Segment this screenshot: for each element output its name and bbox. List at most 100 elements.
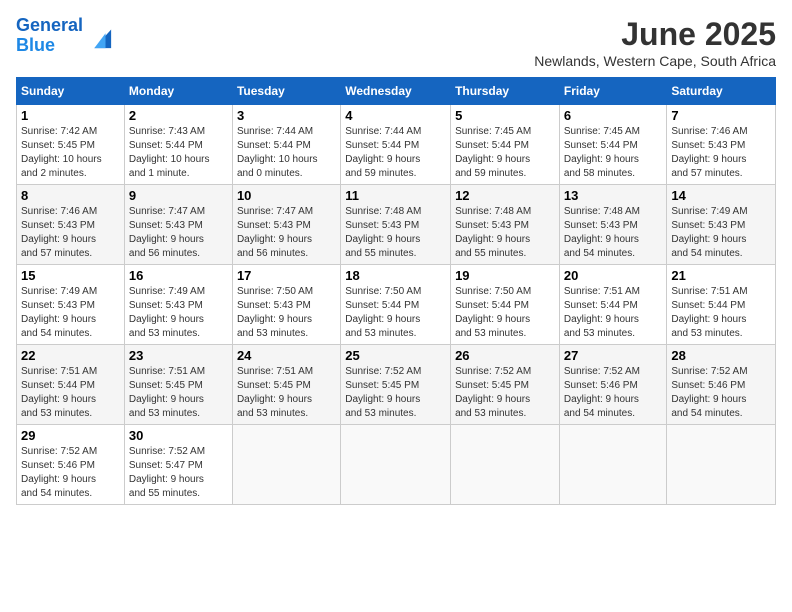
calendar-body: 1 Sunrise: 7:42 AMSunset: 5:45 PMDaylight…: [17, 105, 776, 505]
cell-details: Sunrise: 7:49 AMSunset: 5:43 PMDaylight:…: [671, 205, 771, 261]
calendar-cell: 6 Sunrise: 7:45 AMSunset: 5:44 PMDaylight…: [559, 105, 667, 185]
week-row-2: 8 Sunrise: 7:46 AMSunset: 5:43 PMDaylight…: [17, 185, 776, 265]
cell-details: Sunrise: 7:46 AMSunset: 5:43 PMDaylight:…: [21, 205, 120, 261]
day-number: 17: [237, 268, 336, 283]
logo: General Blue: [16, 16, 113, 56]
day-number: 6: [564, 108, 663, 123]
calendar-cell: 29 Sunrise: 7:52 AMSunset: 5:46 PMDayligh…: [17, 425, 125, 505]
day-number: 18: [345, 268, 446, 283]
week-row-5: 29 Sunrise: 7:52 AMSunset: 5:46 PMDayligh…: [17, 425, 776, 505]
cell-details: Sunrise: 7:42 AMSunset: 5:45 PMDaylight:…: [21, 125, 120, 181]
day-number: 9: [129, 188, 228, 203]
day-number: 28: [671, 348, 771, 363]
day-number: 14: [671, 188, 771, 203]
day-number: 2: [129, 108, 228, 123]
week-row-4: 22 Sunrise: 7:51 AMSunset: 5:44 PMDayligh…: [17, 345, 776, 425]
calendar-cell: 8 Sunrise: 7:46 AMSunset: 5:43 PMDaylight…: [17, 185, 125, 265]
column-header-friday: Friday: [559, 78, 667, 105]
day-number: 10: [237, 188, 336, 203]
column-header-tuesday: Tuesday: [232, 78, 340, 105]
cell-details: Sunrise: 7:48 AMSunset: 5:43 PMDaylight:…: [345, 205, 446, 261]
column-header-thursday: Thursday: [451, 78, 560, 105]
day-number: 26: [455, 348, 555, 363]
calendar-cell: 2Sunrise: 7:43 AMSunset: 5:44 PMDaylight…: [124, 105, 232, 185]
cell-details: Sunrise: 7:47 AMSunset: 5:43 PMDaylight:…: [237, 205, 336, 261]
calendar-cell: 22 Sunrise: 7:51 AMSunset: 5:44 PMDayligh…: [17, 345, 125, 425]
calendar-cell: 24Sunrise: 7:51 AMSunset: 5:45 PMDayligh…: [232, 345, 340, 425]
cell-details: Sunrise: 7:52 AMSunset: 5:46 PMDaylight:…: [671, 365, 771, 421]
cell-details: Sunrise: 7:47 AMSunset: 5:43 PMDaylight:…: [129, 205, 228, 261]
location-title: Newlands, Western Cape, South Africa: [534, 53, 776, 69]
column-header-saturday: Saturday: [667, 78, 776, 105]
title-area: June 2025 Newlands, Western Cape, South …: [534, 16, 776, 69]
day-number: 12: [455, 188, 555, 203]
day-number: 4: [345, 108, 446, 123]
calendar-cell: 14 Sunrise: 7:49 AMSunset: 5:43 PMDayligh…: [667, 185, 776, 265]
week-row-1: 1 Sunrise: 7:42 AMSunset: 5:45 PMDaylight…: [17, 105, 776, 185]
cell-details: Sunrise: 7:49 AMSunset: 5:43 PMDaylight:…: [129, 285, 228, 341]
day-number: 16: [129, 268, 228, 283]
calendar-cell: 10 Sunrise: 7:47 AMSunset: 5:43 PMDayligh…: [232, 185, 340, 265]
calendar-cell: 16 Sunrise: 7:49 AMSunset: 5:43 PMDayligh…: [124, 265, 232, 345]
calendar-cell: 11 Sunrise: 7:48 AMSunset: 5:43 PMDayligh…: [341, 185, 451, 265]
cell-details: Sunrise: 7:51 AMSunset: 5:44 PMDaylight:…: [21, 365, 120, 421]
column-header-wednesday: Wednesday: [341, 78, 451, 105]
day-number: 24: [237, 348, 336, 363]
day-number: 30: [129, 428, 228, 443]
cell-details: Sunrise: 7:50 AMSunset: 5:43 PMDaylight:…: [237, 285, 336, 341]
day-number: 3: [237, 108, 336, 123]
cell-details: Sunrise: 7:50 AMSunset: 5:44 PMDaylight:…: [455, 285, 555, 341]
cell-details: Sunrise: 7:44 AMSunset: 5:44 PMDaylight:…: [237, 125, 336, 181]
cell-details: Sunrise: 7:46 AMSunset: 5:43 PMDaylight:…: [671, 125, 771, 181]
calendar-cell: 21 Sunrise: 7:51 AMSunset: 5:44 PMDayligh…: [667, 265, 776, 345]
logo-text: General Blue: [16, 16, 83, 56]
day-number: 21: [671, 268, 771, 283]
logo-icon: [85, 22, 113, 50]
day-number: 11: [345, 188, 446, 203]
cell-details: Sunrise: 7:51 AMSunset: 5:45 PMDaylight:…: [129, 365, 228, 421]
column-header-sunday: Sunday: [17, 78, 125, 105]
day-number: 22: [21, 348, 120, 363]
cell-details: Sunrise: 7:51 AMSunset: 5:44 PMDaylight:…: [564, 285, 663, 341]
calendar-cell: 17 Sunrise: 7:50 AMSunset: 5:43 PMDayligh…: [232, 265, 340, 345]
header: General Blue June 2025 Newlands, Western…: [16, 16, 776, 69]
calendar-cell: 23 Sunrise: 7:51 AMSunset: 5:45 PMDayligh…: [124, 345, 232, 425]
calendar-cell: 26 Sunrise: 7:52 AMSunset: 5:45 PMDayligh…: [451, 345, 560, 425]
day-number: 1: [21, 108, 120, 123]
cell-details: Sunrise: 7:45 AMSunset: 5:44 PMDaylight:…: [564, 125, 663, 181]
day-number: 23: [129, 348, 228, 363]
calendar-cell: 25 Sunrise: 7:52 AMSunset: 5:45 PMDayligh…: [341, 345, 451, 425]
calendar-cell: 30 Sunrise: 7:52 AMSunset: 5:47 PMDayligh…: [124, 425, 232, 505]
column-header-monday: Monday: [124, 78, 232, 105]
week-row-3: 15 Sunrise: 7:49 AMSunset: 5:43 PMDayligh…: [17, 265, 776, 345]
cell-details: Sunrise: 7:51 AMSunset: 5:44 PMDaylight:…: [671, 285, 771, 341]
day-number: 19: [455, 268, 555, 283]
calendar-cell: [451, 425, 560, 505]
cell-details: Sunrise: 7:52 AMSunset: 5:46 PMDaylight:…: [564, 365, 663, 421]
calendar-cell: 7Sunrise: 7:46 AMSunset: 5:43 PMDaylight…: [667, 105, 776, 185]
cell-details: Sunrise: 7:52 AMSunset: 5:45 PMDaylight:…: [345, 365, 446, 421]
calendar-cell: 4Sunrise: 7:44 AMSunset: 5:44 PMDaylight…: [341, 105, 451, 185]
cell-details: Sunrise: 7:52 AMSunset: 5:47 PMDaylight:…: [129, 445, 228, 501]
calendar-cell: [559, 425, 667, 505]
calendar-cell: 18 Sunrise: 7:50 AMSunset: 5:44 PMDayligh…: [341, 265, 451, 345]
calendar-cell: 12Sunrise: 7:48 AMSunset: 5:43 PMDayligh…: [451, 185, 560, 265]
day-number: 29: [21, 428, 120, 443]
calendar-cell: 19 Sunrise: 7:50 AMSunset: 5:44 PMDayligh…: [451, 265, 560, 345]
day-number: 20: [564, 268, 663, 283]
calendar-header-row: SundayMondayTuesdayWednesdayThursdayFrid…: [17, 78, 776, 105]
calendar-cell: 3 Sunrise: 7:44 AMSunset: 5:44 PMDaylight…: [232, 105, 340, 185]
day-number: 15: [21, 268, 120, 283]
calendar-table: SundayMondayTuesdayWednesdayThursdayFrid…: [16, 77, 776, 505]
cell-details: Sunrise: 7:52 AMSunset: 5:46 PMDaylight:…: [21, 445, 120, 501]
day-number: 8: [21, 188, 120, 203]
calendar-cell: 28 Sunrise: 7:52 AMSunset: 5:46 PMDayligh…: [667, 345, 776, 425]
day-number: 25: [345, 348, 446, 363]
cell-details: Sunrise: 7:50 AMSunset: 5:44 PMDaylight:…: [345, 285, 446, 341]
calendar-cell: [341, 425, 451, 505]
calendar-cell: 15 Sunrise: 7:49 AMSunset: 5:43 PMDayligh…: [17, 265, 125, 345]
calendar-cell: [667, 425, 776, 505]
cell-details: Sunrise: 7:49 AMSunset: 5:43 PMDaylight:…: [21, 285, 120, 341]
calendar-cell: [232, 425, 340, 505]
cell-details: Sunrise: 7:52 AMSunset: 5:45 PMDaylight:…: [455, 365, 555, 421]
